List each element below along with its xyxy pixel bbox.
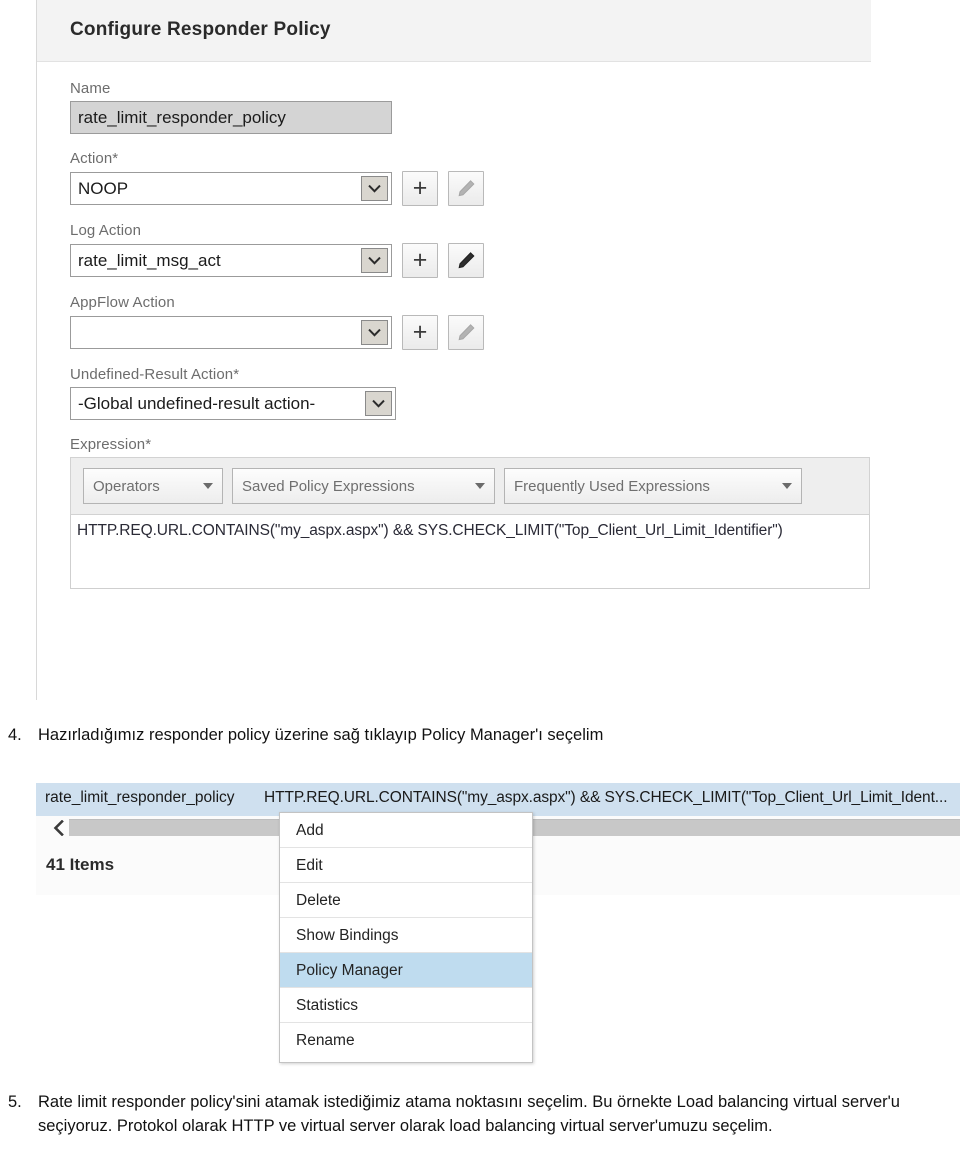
- step-4-number: 4.: [8, 726, 22, 744]
- step-5-number: 5.: [8, 1093, 22, 1111]
- appflow-action-label: AppFlow Action: [70, 294, 175, 311]
- chevron-down-icon: [782, 483, 792, 489]
- expression-editor: Operators Saved Policy Expressions Frequ…: [70, 457, 870, 589]
- log-action-edit-button[interactable]: [448, 243, 484, 278]
- action-edit-button[interactable]: [448, 171, 484, 206]
- plus-icon: +: [412, 246, 428, 274]
- policy-name-cell: rate_limit_responder_policy: [45, 789, 235, 806]
- step-5: 5. Rate limit responder policy'sini atam…: [8, 1090, 948, 1138]
- name-field-group: Name rate_limit_responder_policy: [70, 80, 870, 134]
- panel-header: Configure Responder Policy: [37, 0, 871, 62]
- log-action-add-button[interactable]: +: [402, 243, 438, 278]
- context-menu-item-delete[interactable]: Delete: [280, 883, 532, 918]
- context-menu-item-show-bindings[interactable]: Show Bindings: [280, 918, 532, 953]
- action-row: NOOP +: [70, 171, 870, 206]
- expression-label: Expression*: [70, 436, 152, 453]
- context-menu-item-add[interactable]: Add: [280, 813, 532, 848]
- plus-icon: +: [412, 174, 428, 202]
- chevron-left-icon[interactable]: [48, 819, 68, 837]
- operators-dropdown[interactable]: Operators: [83, 468, 223, 504]
- undefined-result-action-row: -Global undefined-result action-: [70, 387, 870, 420]
- pencil-icon: [457, 251, 476, 270]
- expression-field-group: Expression* Operators Saved Policy Expre…: [70, 436, 870, 589]
- appflow-action-add-button[interactable]: +: [402, 315, 438, 350]
- pencil-icon: [457, 179, 476, 198]
- name-label: Name: [70, 80, 111, 97]
- name-input[interactable]: rate_limit_responder_policy: [70, 101, 392, 134]
- appflow-action-row: +: [70, 315, 870, 350]
- appflow-action-select[interactable]: [70, 316, 392, 349]
- policy-expression-cell: HTTP.REQ.URL.CONTAINS("my_aspx.aspx") &&…: [264, 789, 948, 806]
- step-4: 4. Hazırladığımız responder policy üzeri…: [8, 726, 948, 745]
- context-menu-item-statistics[interactable]: Statistics: [280, 988, 532, 1023]
- chevron-down-icon: [203, 483, 213, 489]
- chevron-down-icon[interactable]: [361, 176, 388, 201]
- undefined-result-action-selected-value: -Global undefined-result action-: [78, 394, 316, 413]
- saved-policy-expressions-label: Saved Policy Expressions: [242, 477, 415, 495]
- undefined-result-action-select[interactable]: -Global undefined-result action-: [70, 387, 396, 420]
- action-selected-value: NOOP: [78, 179, 129, 198]
- log-action-selected-value: rate_limit_msg_act: [78, 251, 221, 270]
- plus-icon: +: [412, 318, 428, 346]
- action-field-group: Action* NOOP +: [70, 150, 870, 206]
- configure-responder-policy-panel: Configure Responder Policy Name rate_lim…: [36, 0, 871, 700]
- chevron-down-icon[interactable]: [361, 320, 388, 345]
- frequently-used-expressions-label: Frequently Used Expressions: [514, 477, 710, 495]
- action-add-button[interactable]: +: [402, 171, 438, 206]
- frequently-used-expressions-dropdown[interactable]: Frequently Used Expressions: [504, 468, 802, 504]
- context-menu-item-policy-manager[interactable]: Policy Manager: [280, 953, 532, 988]
- responder-policy-form: Name rate_limit_responder_policy Action*…: [70, 80, 870, 589]
- expression-textarea[interactable]: HTTP.REQ.URL.CONTAINS("my_aspx.aspx") &&…: [70, 515, 870, 589]
- appflow-action-edit-button[interactable]: [448, 315, 484, 350]
- context-menu-item-rename[interactable]: Rename: [280, 1023, 532, 1058]
- name-row: rate_limit_responder_policy: [70, 101, 870, 134]
- action-label: Action*: [70, 150, 119, 167]
- items-count-label: 41 Items: [46, 855, 115, 874]
- chevron-down-icon[interactable]: [361, 248, 388, 273]
- pencil-icon: [457, 323, 476, 342]
- context-menu-item-edit[interactable]: Edit: [280, 848, 532, 883]
- step-5-text: Rate limit responder policy'sini atamak …: [38, 1093, 900, 1135]
- expression-toolbar: Operators Saved Policy Expressions Frequ…: [70, 457, 870, 515]
- saved-policy-expressions-dropdown[interactable]: Saved Policy Expressions: [232, 468, 495, 504]
- page-title: Configure Responder Policy: [70, 19, 331, 40]
- undefined-result-action-field-group: Undefined-Result Action* -Global undefin…: [70, 366, 870, 420]
- chevron-down-icon: [475, 483, 485, 489]
- action-select[interactable]: NOOP: [70, 172, 392, 205]
- appflow-action-field-group: AppFlow Action +: [70, 294, 870, 350]
- chevron-down-icon[interactable]: [365, 391, 392, 416]
- undefined-result-action-label: Undefined-Result Action*: [70, 366, 240, 383]
- log-action-row: rate_limit_msg_act +: [70, 243, 870, 278]
- log-action-label: Log Action: [70, 222, 142, 239]
- context-menu: Add Edit Delete Show Bindings Policy Man…: [279, 812, 533, 1063]
- step-4-text: Hazırladığımız responder policy üzerine …: [38, 726, 604, 744]
- operators-dropdown-label: Operators: [93, 477, 160, 495]
- log-action-field-group: Log Action rate_limit_msg_act +: [70, 222, 870, 278]
- log-action-select[interactable]: rate_limit_msg_act: [70, 244, 392, 277]
